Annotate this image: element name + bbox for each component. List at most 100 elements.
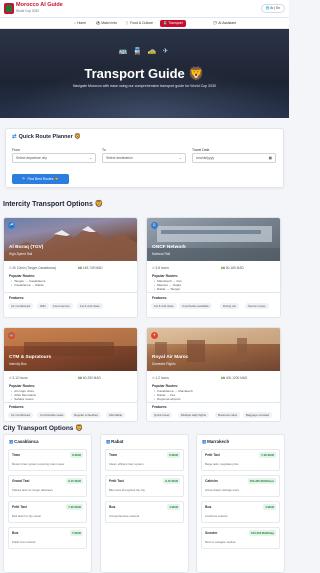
hero-banner: 🚌 🚆 🚕 ✈ Transport Guide 🦁 Navigate Moroc…: [0, 29, 289, 118]
option-price-badge: 150-300 MAD/hour: [247, 478, 276, 484]
badge-glyph: 🚆: [152, 223, 157, 227]
intercity-section-title: Intercity Transport Options 🦁: [3, 201, 104, 208]
brand-tagline: World Cup 2030: [16, 9, 39, 13]
nav-label: Food & Culture: [130, 21, 154, 25]
option-name: Calèche: [205, 479, 219, 483]
transport-card-al-boraq[interactable]: 🚄 Al Boraq (TGV) High-Speed Rail ⏱ 2h 10…: [3, 217, 138, 293]
city-name: ▥Marrakech: [202, 439, 229, 445]
city-option-card[interactable]: Petit Taxi 7-20 MAD Red taxis for city c…: [8, 501, 87, 523]
transport-icons: 🚌 🚆 🚕 ✈: [118, 48, 171, 55]
from-placeholder: Select departure city: [16, 156, 47, 160]
nav-label: Transport: [168, 21, 183, 25]
building-icon: ▥: [9, 439, 14, 444]
nav-item-ai-assistant[interactable]: 💬AI Assistant: [210, 20, 239, 27]
bus-icon: 🚌: [8, 332, 15, 339]
city-option-card[interactable]: Grand Taxi 6-15 MAD Shared taxis for lon…: [8, 475, 87, 497]
calendar-icon: ▦: [268, 156, 272, 160]
transport-card-royal-air-maroc[interactable]: ✈ Royal Air Maroc Domestic Flights ⏱ 1-2…: [146, 327, 281, 403]
city-option-card[interactable]: Petit Taxi 7-30 MAD Beige taxis, negotia…: [201, 449, 280, 471]
city-column-marrakech: ▥Marrakech Petit Taxi 7-30 MAD Beige tax…: [196, 434, 285, 573]
city-option-card[interactable]: Petit Taxi 6-15 MAD Blue taxis throughou…: [105, 475, 184, 497]
option-description: Rent to navigate medina: [205, 540, 236, 544]
from-label: From: [12, 148, 20, 152]
city-column-rabat: ▥Rabat Tram 8 MAD Clean, efficient tram …: [100, 434, 189, 573]
route-item: Casablanca → Rabat: [11, 283, 43, 287]
option-name: Grand Taxi: [12, 479, 30, 483]
find-routes-button[interactable]: 🔍 Find Best Routes 🦁: [12, 174, 69, 184]
option-description: Horse-drawn carriage tours: [205, 488, 239, 492]
card-duration: ⏱ 1-2 hours: [152, 376, 169, 380]
option-name: Tram: [12, 453, 21, 457]
feature-chip: Quick travel: [151, 412, 173, 418]
nav-item-food-culture[interactable]: 🍴Food & Culture: [122, 20, 156, 27]
brand-title[interactable]: Morocco AI Guide: [16, 2, 63, 9]
city-option-card[interactable]: Tram 8 MAD Modern tram system covering m…: [8, 449, 87, 471]
train-icon: 🚆: [151, 222, 158, 229]
city-option-card[interactable]: Bus 4 MAD Local bus network: [201, 501, 280, 523]
city-option-card[interactable]: Bus 5 MAD Public bus network: [8, 527, 87, 549]
city-option-card[interactable]: Scooter 150-250 MAD/day Rent to navigate…: [201, 527, 280, 549]
card-type: Domestic Flights: [152, 362, 176, 366]
option-price-badge: 4 MAD: [167, 504, 180, 510]
route-icon: ⇄: [12, 134, 17, 140]
transport-card-oncf[interactable]: 🚆 ONCF Network National Rail ⏱ 3-8 hours…: [146, 217, 281, 293]
city-name: ▥Casablanca: [9, 439, 39, 445]
ram-features: Features: Quick travel Multiple daily fl…: [146, 403, 281, 422]
transport-card-ctm[interactable]: 🚌 CTM & Supratours Intercity Bus ⏱ 3-12 …: [3, 327, 138, 403]
nav-label: AI Assistant: [218, 21, 236, 25]
logo-icon[interactable]: [4, 3, 14, 14]
al-boraq-features: Features: Air conditioned WiFi Food serv…: [3, 293, 138, 318]
chevron-down-icon: ⌄: [178, 156, 182, 160]
city-option-card[interactable]: Calèche 150-300 MAD/hour Horse-drawn car…: [201, 475, 280, 497]
date-input[interactable]: mm/dd/yyyy ▦: [192, 153, 276, 163]
routes-heading: Popular Routes:: [152, 274, 179, 278]
feature-chip: Food service: [50, 303, 73, 309]
building-icon: ▥: [202, 439, 207, 444]
home-icon: ⌂: [74, 21, 77, 25]
route-item: Regional airports: [154, 397, 180, 401]
features-heading: Features:: [152, 405, 168, 409]
feature-chip: Air conditioned: [8, 412, 34, 418]
card-price: 💵 149-749 MAD: [78, 266, 103, 270]
option-description: Comprehensive network: [109, 514, 140, 518]
feature-chip: 1st & 2nd class: [77, 303, 103, 309]
feature-chip: Comfortable seats: [37, 412, 67, 418]
feature-chip: Affordable: [106, 412, 126, 418]
option-price-badge: 6-15 MAD: [66, 478, 83, 484]
app-header: Morocco AI Guide World Cup 2030 🌐 Ar | E…: [0, 0, 289, 18]
page-subtitle: Navigate Morocco with ease using our com…: [72, 84, 217, 88]
train-icon: 🚄: [8, 222, 15, 229]
from-select[interactable]: Select departure city ⌄: [12, 153, 96, 163]
ctm-image: 🚌 CTM & Supratours Intercity Bus: [4, 328, 137, 371]
feature-chip: Business class: [215, 412, 241, 418]
to-placeholder: Select destination: [106, 156, 133, 160]
features-heading: Features:: [9, 405, 25, 409]
city-option-card[interactable]: Bus 4 MAD Comprehensive network: [105, 501, 184, 523]
option-name: Petit Taxi: [205, 453, 220, 457]
option-description: Clean, efficient tram system: [109, 462, 144, 466]
chat-icon: 💬: [213, 21, 218, 25]
planner-title: ⇄ Quick Route Planner 🦁: [12, 134, 81, 140]
card-name: CTM & Supratours: [9, 355, 52, 360]
route-item: Sahara routes: [11, 397, 33, 401]
feature-chip: Multiple daily flights: [178, 412, 210, 418]
nav-item-home[interactable]: ⌂Home: [71, 20, 89, 27]
city-option-card[interactable]: Tram 8 MAD Clean, efficient tram system: [105, 449, 184, 471]
badge-glyph: ✈: [152, 333, 156, 337]
route-item: Rabat → Tangier: [154, 287, 180, 291]
page-title: Transport Guide 🦁: [84, 66, 205, 81]
option-name: Petit Taxi: [12, 505, 27, 509]
card-name: Royal Air Maroc: [152, 355, 189, 360]
to-select[interactable]: Select destination ⌄: [102, 153, 186, 163]
ctm-features: Features: Air conditioned Comfortable se…: [3, 403, 138, 422]
language-switch-button[interactable]: 🌐 Ar | En: [260, 4, 285, 13]
option-price-badge: 7-20 MAD: [66, 504, 83, 510]
date-label: Travel Date: [192, 148, 210, 152]
card-type: Intercity Bus: [9, 362, 27, 366]
card-price: 💵 60-250 MAD: [78, 376, 101, 380]
nav-item-transport[interactable]: 🚆Transport: [160, 20, 186, 27]
nav-item-match-info[interactable]: ⚽Match Info: [93, 20, 120, 27]
city-name-text: Casablanca: [14, 439, 39, 444]
nav-label: Match Info: [101, 21, 118, 25]
quick-route-planner: ⇄ Quick Route Planner 🦁 From Select depar…: [5, 128, 284, 188]
